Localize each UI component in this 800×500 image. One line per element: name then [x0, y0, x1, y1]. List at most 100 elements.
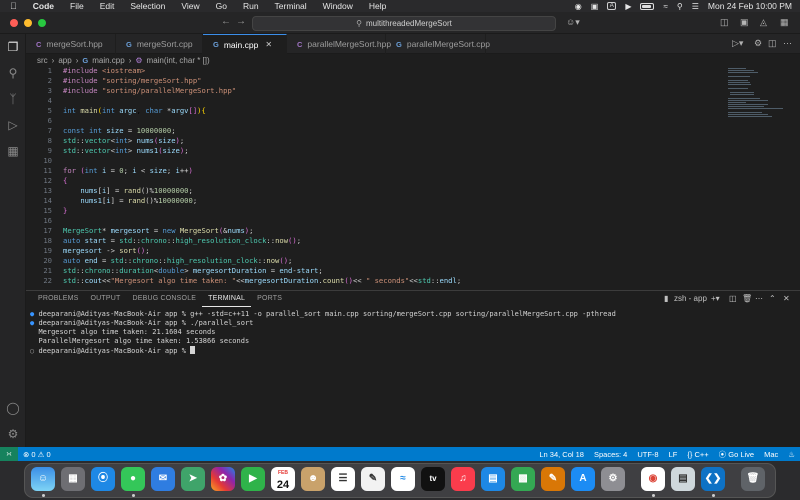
- notes-icon[interactable]: ✎: [361, 467, 385, 491]
- run-code-icon[interactable]: ▷▾: [732, 38, 743, 49]
- more-actions-icon[interactable]: ⋯: [783, 38, 792, 49]
- more-actions-icon[interactable]: ⋯: [755, 294, 763, 303]
- launchpad-icon[interactable]: ▦: [61, 467, 85, 491]
- play-icon[interactable]: ▶: [625, 2, 631, 11]
- customize-layout-icon[interactable]: ▦: [780, 17, 789, 28]
- account-icon[interactable]: ◯: [6, 401, 20, 415]
- wifi-icon[interactable]: ≈: [663, 2, 667, 11]
- tab-ports[interactable]: PORTS: [251, 291, 288, 307]
- mail-icon[interactable]: ✉: [151, 467, 175, 491]
- breadcrumb-src[interactable]: src: [37, 56, 48, 65]
- chrome-icon[interactable]: ◉: [641, 467, 665, 491]
- encoding[interactable]: UTF-8: [632, 450, 663, 459]
- close-tab-icon[interactable]: ✕: [265, 40, 272, 49]
- menu-help[interactable]: Help: [361, 1, 394, 11]
- terminal-selector[interactable]: zsh - app: [674, 294, 707, 303]
- menu-file[interactable]: File: [62, 1, 92, 11]
- battery-icon[interactable]: [640, 2, 655, 10]
- pages-icon[interactable]: ✎: [541, 467, 565, 491]
- disk-utility-icon[interactable]: ▤: [671, 467, 695, 491]
- tab-debug-console[interactable]: DEBUG CONSOLE: [126, 291, 202, 307]
- explorer-icon[interactable]: ❐: [6, 40, 20, 54]
- clock[interactable]: Mon 24 Feb 10:00 PM: [708, 1, 792, 11]
- split-editor-icon[interactable]: ◫: [768, 38, 777, 49]
- source-control-icon[interactable]: ᛉ: [6, 92, 20, 106]
- toggle-primary-sidebar-icon[interactable]: ◫: [720, 17, 729, 28]
- app-store-icon[interactable]: A: [571, 467, 595, 491]
- close-window-button[interactable]: [10, 18, 18, 27]
- menu-edit[interactable]: Edit: [92, 1, 123, 11]
- go-live-button[interactable]: ⦿ Go Live: [714, 449, 759, 460]
- control-center-icon[interactable]: ☰: [692, 2, 699, 11]
- numbers-icon[interactable]: ▩: [511, 467, 535, 491]
- minimap[interactable]: [726, 66, 786, 126]
- language-mode[interactable]: {} C++: [682, 450, 713, 459]
- tab-terminal[interactable]: TERMINAL: [202, 291, 252, 307]
- breadcrumb-file[interactable]: main.cpp: [92, 56, 124, 65]
- back-arrow-icon[interactable]: ←: [221, 16, 231, 27]
- contacts-icon[interactable]: ☻: [301, 467, 325, 491]
- breadcrumb-app[interactable]: app: [58, 56, 71, 65]
- remote-indicator-icon[interactable]: ›‹: [0, 447, 18, 461]
- menu-go[interactable]: Go: [208, 1, 235, 11]
- system-settings-icon[interactable]: ⚙: [601, 467, 625, 491]
- tab-mergesort-hpp[interactable]: C mergeSort.hpp: [26, 34, 116, 54]
- close-panel-icon[interactable]: ✕: [783, 294, 790, 303]
- copilot-icon[interactable]: ☺▾: [566, 17, 580, 28]
- tab-main-cpp[interactable]: G main.cpp ✕: [203, 34, 287, 54]
- toggle-secondary-sidebar-icon[interactable]: ◬: [760, 17, 767, 28]
- menu-window[interactable]: Window: [315, 1, 361, 11]
- maps-icon[interactable]: ➤: [181, 467, 205, 491]
- screen-record-icon[interactable]: ◉: [575, 2, 582, 11]
- end-of-line[interactable]: LF: [664, 450, 683, 459]
- forward-arrow-icon[interactable]: →: [236, 16, 246, 27]
- command-center-search[interactable]: ⚲ multithreadedMergeSort: [252, 16, 556, 31]
- keynote-icon[interactable]: ▤: [481, 467, 505, 491]
- toggle-panel-icon[interactable]: ▣: [740, 17, 749, 28]
- vscode-icon[interactable]: ❮❯: [701, 467, 725, 491]
- terminal-output[interactable]: ● deeparani@Adityas-MacBook-Air app % g+…: [30, 310, 790, 355]
- indentation[interactable]: Spaces: 4: [589, 450, 632, 459]
- freeform-icon[interactable]: ≈: [391, 467, 415, 491]
- run-debug-icon[interactable]: ▷: [6, 118, 20, 132]
- calendar-icon[interactable]: FEB 24: [271, 467, 295, 491]
- problems-status[interactable]: ⊗ 0 ⚠ 0: [18, 450, 56, 459]
- breadcrumb-function[interactable]: main(int, char * []): [147, 56, 210, 65]
- new-terminal-icon[interactable]: +▾: [711, 294, 720, 303]
- menu-run[interactable]: Run: [235, 1, 267, 11]
- menu-terminal[interactable]: Terminal: [267, 1, 315, 11]
- trash-icon[interactable]: 🗑: [741, 467, 765, 491]
- tab-mergesort-cpp[interactable]: G mergeSort.cpp: [116, 34, 203, 54]
- apple-menu-icon[interactable]: : [10, 1, 25, 11]
- maximize-window-button[interactable]: [38, 18, 46, 27]
- safari-icon[interactable]: ⦿: [91, 467, 115, 491]
- tab-parallelmergesort-cpp[interactable]: G parallelMergeSort.cpp: [386, 34, 490, 54]
- tab-parallelmergesort-hpp[interactable]: C parallelMergeSort.hpp: [287, 34, 391, 54]
- search-icon[interactable]: ⚲: [6, 66, 20, 80]
- finder-icon[interactable]: ☺: [31, 467, 55, 491]
- trash-icon[interactable]: 🗑: [742, 294, 752, 303]
- search-icon[interactable]: ⚲: [677, 2, 683, 11]
- editor-settings-gear-icon[interactable]: ⚙: [754, 38, 762, 49]
- display-icon[interactable]: ▣: [591, 2, 599, 11]
- minimize-window-button[interactable]: [24, 18, 32, 27]
- input-source-icon[interactable]: A: [607, 2, 617, 10]
- notifications-bell-icon[interactable]: ♨: [783, 450, 800, 459]
- music-icon[interactable]: ♫: [451, 467, 475, 491]
- maximize-panel-icon[interactable]: ⌃: [769, 294, 776, 303]
- tab-output[interactable]: OUTPUT: [85, 291, 127, 307]
- platform[interactable]: Mac: [759, 450, 783, 459]
- facetime-icon[interactable]: ▶: [241, 467, 265, 491]
- code-editor[interactable]: 1 #include <iostream> 2 #include "sorting/…: [26, 66, 800, 288]
- menu-view[interactable]: View: [173, 1, 207, 11]
- split-terminal-icon[interactable]: ◫: [729, 294, 737, 303]
- menu-selection[interactable]: Selection: [122, 1, 173, 11]
- photos-icon[interactable]: ✿: [211, 467, 235, 491]
- cursor-position[interactable]: Ln 34, Col 18: [534, 450, 589, 459]
- tab-problems[interactable]: PROBLEMS: [32, 291, 85, 307]
- reminders-icon[interactable]: ☰: [331, 467, 355, 491]
- extensions-icon[interactable]: ▦: [6, 144, 20, 158]
- apple-tv-icon[interactable]: tv: [421, 467, 445, 491]
- messages-icon[interactable]: ●: [121, 467, 145, 491]
- menu-app-name[interactable]: Code: [25, 1, 62, 11]
